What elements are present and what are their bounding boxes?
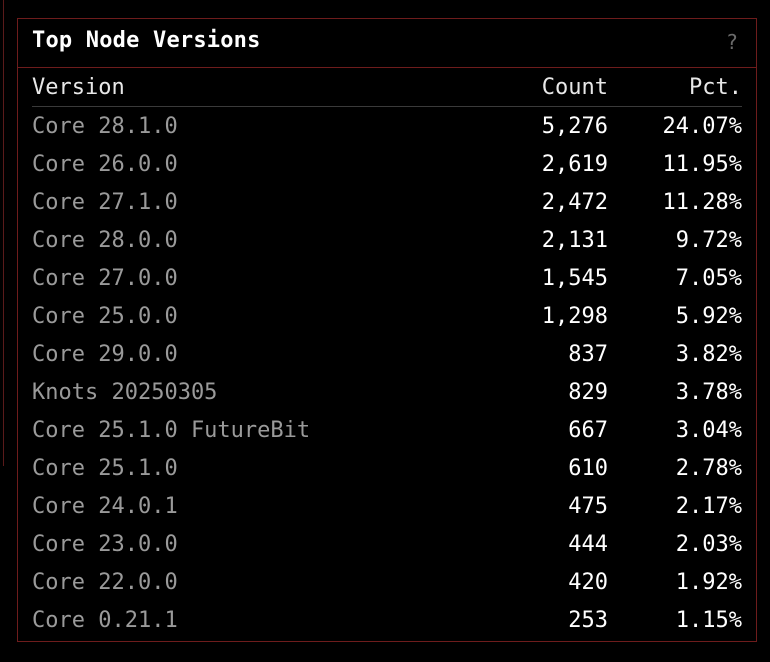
version-cell: Core 25.0.0 [32,303,178,329]
pct-cell: 2.03% [675,531,742,557]
version-cell: Core 27.0.0 [32,265,178,291]
version-cell: Core 24.0.1 [32,493,178,519]
count-cell: 2,131 [541,227,608,253]
pct-cell: 1.15% [675,607,742,633]
count-cell: 475 [568,493,608,519]
table-row: Core 22.0.0 420 1.92% [32,563,742,601]
pct-cell: 2.17% [675,493,742,519]
table-row: Core 27.0.0 1,545 7.05% [32,259,742,297]
table-row: Core 0.21.1 253 1.15% [32,601,742,639]
pct-cell: 11.95% [662,151,742,177]
top-node-versions-panel: Top Node Versions ? Version Count Pct. C… [17,18,757,642]
count-cell: 667 [568,417,608,443]
count-cell: 610 [568,455,608,481]
header-version[interactable]: Version [32,75,472,100]
adjacent-panel-edge [0,0,4,466]
version-cell: Core 25.1.0 [32,455,178,481]
pct-cell: 5.92% [675,303,742,329]
count-cell: 444 [568,531,608,557]
question-icon[interactable]: ? [726,30,738,54]
table-row: Core 23.0.0 444 2.03% [32,525,742,563]
table-row: Core 26.0.0 2,619 11.95% [32,145,742,183]
pct-cell: 3.04% [675,417,742,443]
panel-header: Top Node Versions ? [18,19,756,68]
table-row: Core 24.0.1 475 2.17% [32,487,742,525]
panel-title: Top Node Versions [32,28,261,53]
pct-cell: 3.82% [675,341,742,367]
table-body: Core 28.1.0 5,276 24.07% Core 26.0.0 2,619 11… [32,107,742,639]
count-cell: 420 [568,569,608,595]
version-cell: Core 23.0.0 [32,531,178,557]
table-row: Core 27.1.0 2,472 11.28% [32,183,742,221]
table-row: Core 25.0.0 1,298 5.92% [32,297,742,335]
header-count[interactable]: Count [472,75,608,100]
count-cell: 829 [568,379,608,405]
version-cell: Knots 20250305 [32,379,218,405]
pct-cell: 1.92% [675,569,742,595]
versions-table: Version Count Pct. Core 28.1.0 5,276 24.07… [32,69,742,639]
version-cell: Core 28.0.0 [32,227,178,253]
version-cell: Core 29.0.0 [32,341,178,367]
table-row: Core 28.1.0 5,276 24.07% [32,107,742,145]
table-row: Core 25.1.0 610 2.78% [32,449,742,487]
count-cell: 5,276 [541,113,608,139]
count-cell: 2,619 [541,151,608,177]
pct-cell: 2.78% [675,455,742,481]
pct-cell: 24.07% [662,113,742,139]
table-row: Core 28.0.0 2,131 9.72% [32,221,742,259]
count-cell: 253 [568,607,608,633]
count-cell: 2,472 [541,189,608,215]
count-cell: 1,545 [541,265,608,291]
pct-cell: 9.72% [675,227,742,253]
table-row: Core 29.0.0 837 3.82% [32,335,742,373]
pct-cell: 7.05% [675,265,742,291]
count-cell: 1,298 [541,303,608,329]
table-row: Knots 20250305 829 3.78% [32,373,742,411]
table-row: Core 25.1.0 FutureBit 667 3.04% [32,411,742,449]
version-cell: Core 22.0.0 [32,569,178,595]
version-cell: Core 0.21.1 [32,607,178,633]
version-cell: Core 27.1.0 [32,189,178,215]
pct-cell: 11.28% [662,189,742,215]
table-header: Version Count Pct. [32,69,742,107]
header-pct[interactable]: Pct. [608,75,742,100]
pct-cell: 3.78% [675,379,742,405]
count-cell: 837 [568,341,608,367]
version-cell: Core 26.0.0 [32,151,178,177]
version-cell: Core 25.1.0 FutureBit [32,417,311,443]
version-cell: Core 28.1.0 [32,113,178,139]
